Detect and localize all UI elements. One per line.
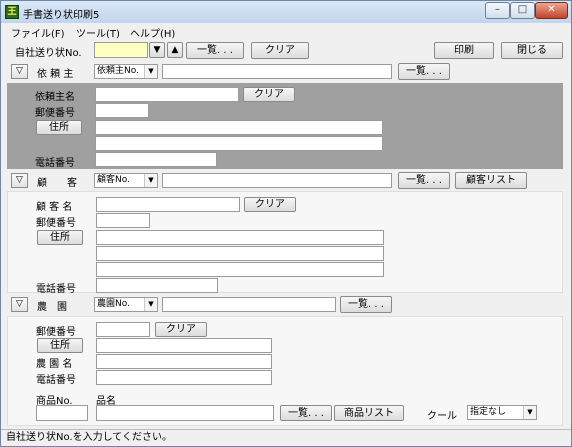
menu-help[interactable]: ヘルプ(H) — [130, 25, 175, 40]
requester-clear-button[interactable]: クリア — [243, 87, 295, 102]
invoice-no-label: 自社送り状No. — [15, 48, 82, 59]
requester-zip-input[interactable] — [95, 103, 149, 118]
requester-toggle-icon[interactable]: ▽ — [11, 64, 28, 79]
customer-no-select-value: 顧客No. — [97, 175, 130, 185]
cool-label: クール — [427, 411, 457, 422]
minimize-button[interactable]: – — [485, 2, 510, 19]
cool-select-value: 指定なし — [470, 407, 507, 417]
customer-name-label: 顧 客 名 — [36, 202, 73, 213]
customer-address-1[interactable] — [96, 230, 384, 245]
chevron-down-icon: ▼ — [144, 65, 157, 78]
farm-toggle-icon[interactable]: ▽ — [11, 297, 28, 312]
customer-panel: 顧 客 名 クリア 郵便番号 住所 電話番号 — [7, 191, 563, 295]
requester-phone-input[interactable] — [95, 152, 217, 167]
invoice-down-button[interactable]: ▼ — [149, 42, 165, 58]
farm-panel: 郵便番号 クリア 住所 農 園 名 電話番号 商品No. 品名 一覧. . . … — [7, 316, 563, 426]
menu-bar: ファイル(F) ツール(T) ヘルプ(H) — [1, 23, 571, 40]
customer-list-report-button[interactable]: 顧客リスト — [455, 172, 527, 189]
farm-address-input[interactable] — [96, 338, 272, 353]
farm-search-input[interactable] — [162, 297, 336, 312]
invoice-list-button[interactable]: 一覧. . . — [186, 42, 244, 59]
requester-zip-label: 郵便番号 — [35, 108, 75, 119]
farm-no-select[interactable]: 農園No. ▼ — [94, 297, 158, 312]
farm-title: 農 園 — [37, 302, 67, 313]
close-button[interactable]: 閉じる — [501, 42, 563, 59]
requester-no-select-value: 依頼主No. — [97, 66, 139, 76]
farm-zip-label: 郵便番号 — [36, 327, 76, 338]
customer-name-input[interactable] — [96, 197, 240, 212]
customer-title: 顧 客 — [37, 178, 77, 189]
farm-list-button[interactable]: 一覧. . . — [340, 296, 392, 313]
farm-name-input[interactable] — [96, 354, 272, 369]
chevron-down-icon: ▼ — [523, 406, 536, 419]
farm-clear-button[interactable]: クリア — [155, 322, 207, 337]
customer-zip-input[interactable] — [96, 213, 150, 228]
menu-file[interactable]: ファイル(F) — [11, 25, 65, 40]
product-no-input[interactable] — [36, 405, 88, 421]
farm-section-header: ▽ 農 園 農園No. ▼ 一覧. . . — [7, 296, 563, 314]
status-bar: 自社送り状No.を入力してください。 — [1, 429, 571, 446]
chevron-down-icon: ▼ — [144, 298, 157, 311]
customer-toggle-icon[interactable]: ▽ — [11, 173, 28, 188]
chevron-down-icon: ▼ — [144, 174, 157, 187]
farm-no-select-value: 農園No. — [97, 299, 130, 309]
print-button[interactable]: 印刷 — [434, 42, 494, 59]
farm-name-label: 農 園 名 — [36, 359, 73, 370]
customer-section-header: ▽ 顧 客 顧客No. ▼ 一覧. . . 顧客リスト — [7, 172, 563, 190]
requester-section-header: ▽ 依 頼 主 依頼主No. ▼ 一覧. . . — [7, 63, 563, 81]
requester-phone-label: 電話番号 — [35, 158, 75, 169]
maximize-button[interactable]: □ — [510, 2, 535, 19]
customer-list-button[interactable]: 一覧. . . — [398, 172, 450, 189]
product-list-button[interactable]: 一覧. . . — [280, 405, 332, 421]
invoice-no-input[interactable] — [94, 42, 148, 58]
close-window-button[interactable]: ✕ — [535, 2, 568, 19]
requester-panel: 依頼主名 クリア 郵便番号 住所 電話番号 — [7, 83, 563, 169]
product-name-input[interactable] — [96, 405, 274, 421]
title-bar: 王 手書送り状印刷5 – □ ✕ — [1, 1, 571, 23]
requester-name-input[interactable] — [95, 87, 239, 102]
customer-clear-button[interactable]: クリア — [244, 197, 296, 212]
requester-search-input[interactable] — [162, 64, 392, 79]
requester-no-select[interactable]: 依頼主No. ▼ — [94, 64, 158, 79]
customer-no-select[interactable]: 顧客No. ▼ — [94, 173, 158, 188]
product-list-report-button[interactable]: 商品リスト — [334, 405, 404, 421]
customer-address-3[interactable] — [96, 262, 384, 277]
requester-list-button[interactable]: 一覧. . . — [398, 63, 450, 80]
customer-zip-label: 郵便番号 — [36, 218, 76, 229]
requester-address-button[interactable]: 住所 — [36, 120, 82, 135]
clear-button[interactable]: クリア — [251, 42, 309, 59]
customer-phone-label: 電話番号 — [36, 284, 76, 295]
farm-address-button[interactable]: 住所 — [37, 338, 83, 353]
customer-address-2[interactable] — [96, 246, 384, 261]
farm-phone-label: 電話番号 — [36, 375, 76, 386]
customer-phone-input[interactable] — [96, 278, 218, 293]
customer-search-input[interactable] — [162, 173, 392, 188]
requester-title: 依 頼 主 — [37, 69, 74, 80]
requester-address-2[interactable] — [95, 136, 383, 151]
farm-zip-input[interactable] — [96, 322, 150, 337]
customer-address-button[interactable]: 住所 — [37, 230, 83, 245]
menu-tools[interactable]: ツール(T) — [76, 25, 120, 40]
requester-address-1[interactable] — [95, 120, 383, 135]
requester-name-label: 依頼主名 — [35, 92, 75, 103]
app-window: 王 手書送り状印刷5 – □ ✕ ファイル(F) ツール(T) ヘルプ(H) 自… — [0, 0, 572, 447]
app-icon: 王 — [5, 5, 19, 19]
invoice-up-button[interactable]: ▲ — [167, 42, 183, 58]
farm-phone-input[interactable] — [96, 370, 272, 385]
cool-select[interactable]: 指定なし ▼ — [467, 405, 537, 420]
window-title: 手書送り状印刷5 — [23, 10, 100, 21]
